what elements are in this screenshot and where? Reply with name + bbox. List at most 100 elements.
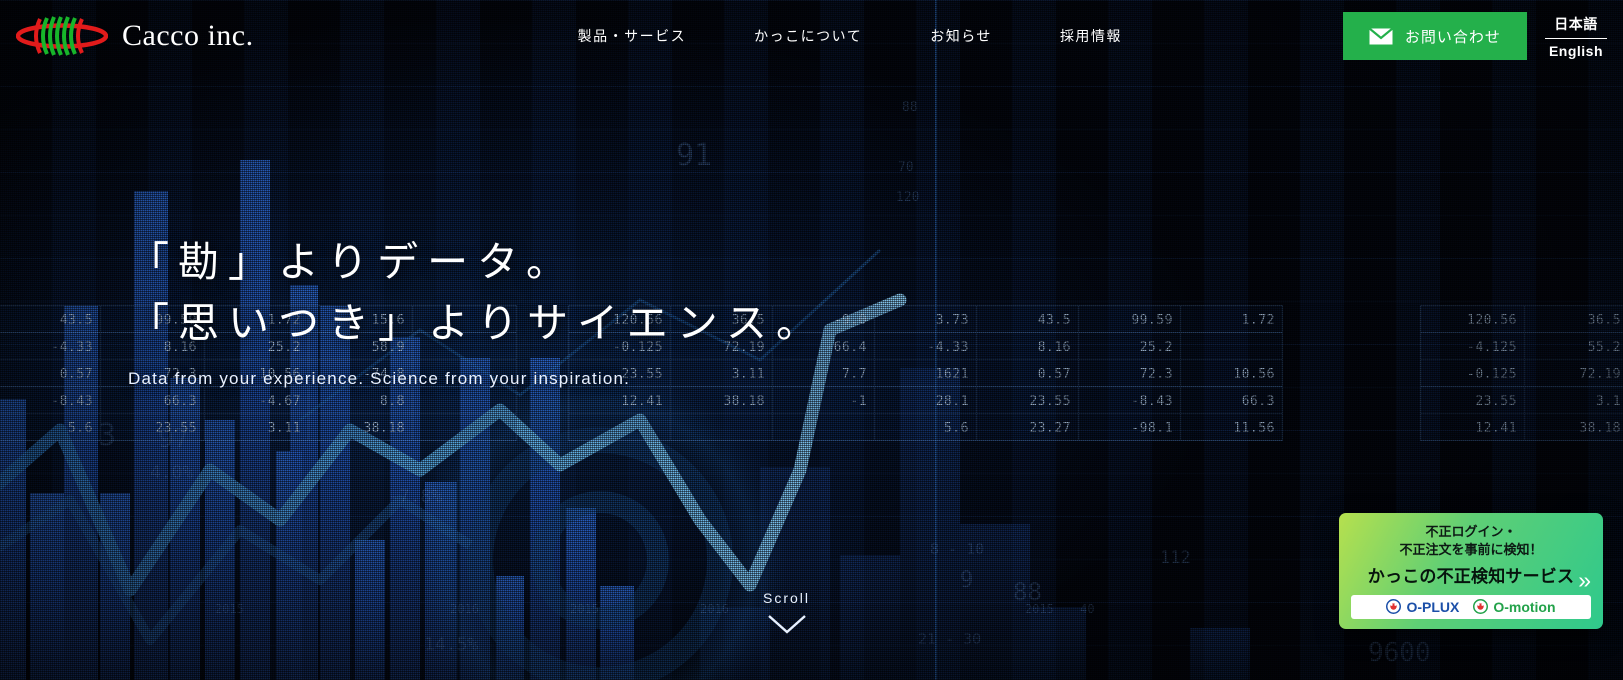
ghost-number: 88: [902, 100, 918, 115]
table-cell: 3.73: [875, 306, 977, 333]
o-plux-label: O-PLUX: [1406, 598, 1460, 615]
table-cell: -0.125: [1421, 360, 1525, 387]
background-data-table-right: 120.56 36.5 -4.125 55.2 -0.125 72.19 23.55 3.1 1…: [1420, 305, 1623, 441]
lang-english[interactable]: English: [1545, 41, 1607, 61]
o-motion-icon: [1473, 599, 1489, 615]
language-switcher: 日本語 English: [1544, 12, 1613, 61]
brand-home-link[interactable]: Cacco inc.: [0, 13, 254, 59]
chevron-down-icon: [767, 615, 806, 634]
hero-subtitle: Data from your experience. Science from …: [128, 369, 631, 389]
table-cell: 8.8: [309, 387, 413, 414]
ghost-number: 8 - 10: [930, 540, 985, 558]
table-cell: 38.18: [1525, 414, 1623, 441]
ghost-axis-label: 2016: [700, 602, 729, 616]
ghost-number: 9: [960, 568, 974, 593]
table-cell: [413, 387, 517, 414]
table-cell: 5.6: [0, 414, 101, 441]
promo-line2: かっこの不正検知サービス: [1367, 566, 1575, 586]
table-cell: 5.6: [875, 414, 977, 441]
ghost-number: 120: [896, 190, 920, 205]
table-cell: 23.55: [101, 414, 205, 441]
scroll-down-link[interactable]: Scroll: [763, 590, 810, 634]
lang-japanese[interactable]: 日本語: [1545, 12, 1607, 36]
table-cell: 43.5: [977, 306, 1079, 333]
table-cell: 38.18: [309, 414, 413, 441]
table-cell: 1621: [875, 360, 977, 387]
hero-headline: 「勘」よりデータ。 「思いつき」よりサイエンス。: [128, 232, 826, 353]
o-motion-label: O-motion: [1493, 598, 1556, 615]
ghost-axis-label: 2015: [570, 602, 599, 616]
ghost-axis-label: 40: [1080, 602, 1095, 616]
table-cell: 72.3: [1079, 360, 1181, 387]
table-cell: -4.125: [1421, 333, 1525, 360]
ghost-number: 14.5%: [424, 634, 479, 655]
table-cell: 28.1: [875, 387, 977, 414]
ghost-axis-label: 2015: [215, 602, 244, 616]
table-cell: [413, 414, 517, 441]
ghost-number: -7.8%: [388, 486, 443, 507]
brand-name: Cacco inc.: [122, 19, 254, 52]
table-cell: 12.41: [1421, 414, 1525, 441]
promo-banner[interactable]: 不正ログイン・ 不正注文を事前に検知！ かっこの不正検知サービス » O-PLU…: [1339, 513, 1603, 629]
table-cell: -4.67: [205, 387, 309, 414]
table-cell: -8.43: [0, 387, 101, 414]
contact-button[interactable]: お問い合わせ: [1342, 12, 1527, 60]
table-cell: 3.11: [205, 414, 309, 441]
nav-recruit[interactable]: 採用情報: [1026, 16, 1156, 56]
hero-headline-line1: 「勘」よりデータ。: [128, 239, 576, 285]
table-cell: 66.3: [1181, 387, 1283, 414]
header-actions: お問い合わせ 日本語 English: [1342, 12, 1623, 61]
envelope-icon: [1368, 27, 1393, 44]
ghost-axis-label: 2015: [1025, 602, 1054, 616]
table-cell: [1181, 333, 1283, 360]
ghost-axis-label: 2016: [450, 602, 479, 616]
table-cell: -4.33: [875, 333, 977, 360]
nav-news[interactable]: お知らせ: [896, 16, 1026, 56]
site-header: Cacco inc. 製品・サービス かっこについて お知らせ 採用情報 お問い…: [0, 0, 1623, 72]
table-cell: -8.43: [1079, 387, 1181, 414]
nav-products-services[interactable]: 製品・サービス: [544, 16, 721, 56]
ghost-number: 9600: [1368, 638, 1431, 668]
table-cell: 99.59: [1079, 306, 1181, 333]
table-cell: 23.55: [1421, 387, 1525, 414]
table-cell: [569, 414, 671, 441]
table-cell: 72.19: [1525, 360, 1623, 387]
table-cell: -98.1: [1079, 414, 1181, 441]
table-cell: 120.56: [1421, 306, 1525, 333]
table-cell: 3.1: [1525, 387, 1623, 414]
hero-copy: 「勘」よりデータ。 「思いつき」よりサイエンス。 Data from your …: [128, 232, 826, 389]
table-cell: 66.3: [101, 387, 205, 414]
table-cell: 38.18: [671, 387, 773, 414]
lang-divider: [1544, 37, 1607, 39]
table-cell: 11.56: [1181, 414, 1283, 441]
nav-about[interactable]: かっこについて: [720, 16, 896, 56]
hero-headline-line2: 「思いつき」よりサイエンス。: [128, 299, 826, 346]
promo-line1b: 不正注文を事前に検知！: [1399, 542, 1543, 558]
ghost-number: 70: [898, 160, 914, 175]
table-cell: 25.2: [1079, 333, 1181, 360]
ghost-number: 21 - 30: [918, 630, 982, 648]
table-cell: -1: [773, 387, 875, 414]
table-cell: [671, 414, 773, 441]
table-cell: 0.57: [0, 360, 101, 387]
ghost-number: 91: [676, 138, 713, 173]
table-cell: 10.56: [1181, 360, 1283, 387]
table-cell: 55.2: [1525, 333, 1623, 360]
table-cell: 43.5: [0, 306, 101, 333]
primary-nav: 製品・サービス かっこについて お知らせ 採用情報: [544, 16, 1156, 56]
ghost-number: 4.0%: [150, 462, 194, 483]
table-cell: [773, 414, 875, 441]
o-plux-logo: O-PLUX: [1386, 599, 1459, 615]
table-cell: 0.57: [977, 360, 1079, 387]
table-cell: 36.5: [1525, 306, 1623, 333]
o-plux-icon: [1386, 599, 1402, 615]
table-cell: 23.55: [977, 387, 1079, 414]
table-cell: 8.16: [977, 333, 1079, 360]
promo-line1a: 不正ログイン・: [1425, 524, 1517, 539]
promo-product-logos: O-PLUX O-motion: [1351, 594, 1591, 619]
table-cell: 23.27: [977, 414, 1079, 441]
contact-button-label: お問い合わせ: [1404, 28, 1501, 46]
o-motion-logo: O-motion: [1473, 598, 1556, 615]
table-cell: 1.72: [1181, 306, 1283, 333]
cacco-logo-icon: [16, 16, 108, 56]
